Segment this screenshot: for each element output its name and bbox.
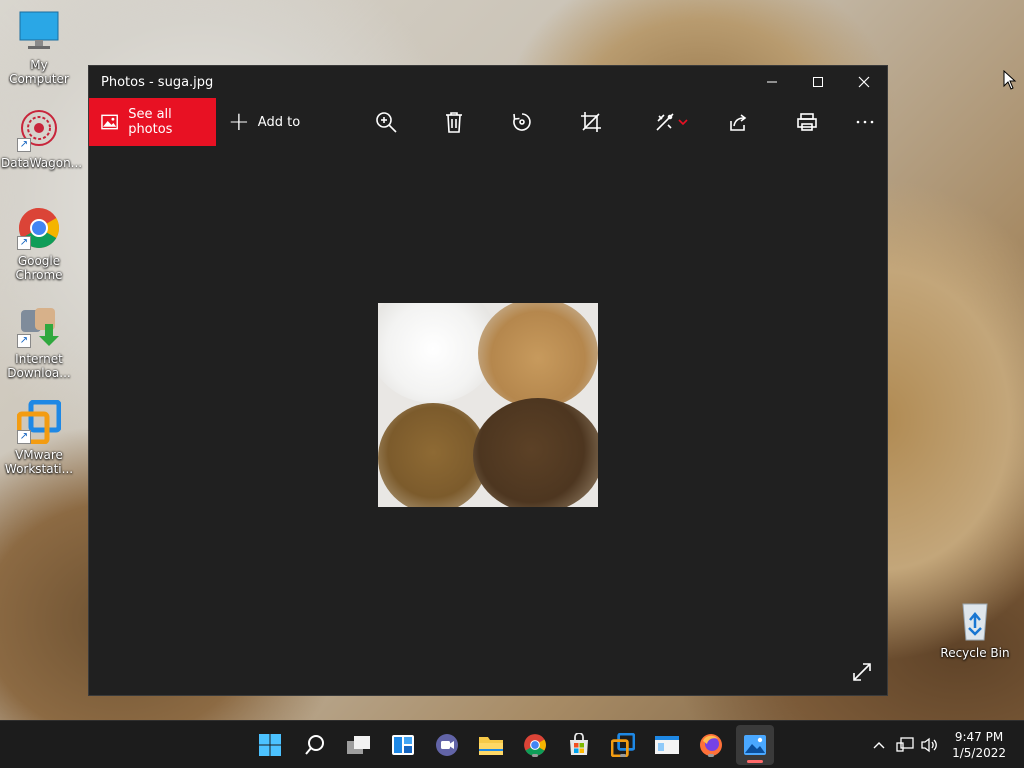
shortcut-arrow-icon: ↗ bbox=[17, 430, 31, 444]
picture-icon bbox=[101, 114, 118, 130]
volume-icon bbox=[921, 737, 937, 753]
share-icon bbox=[730, 114, 747, 131]
file-explorer-button[interactable] bbox=[477, 731, 505, 759]
delete-button[interactable] bbox=[442, 110, 466, 134]
photos-icon bbox=[744, 735, 766, 755]
photos-window: Photos - suga.jpg See all photos + Add t… bbox=[88, 65, 888, 696]
task-view-button[interactable] bbox=[345, 731, 373, 759]
trash-icon bbox=[446, 112, 462, 133]
see-all-photos-label: See all photos bbox=[128, 107, 173, 137]
store-icon bbox=[570, 733, 588, 755]
rotate-button[interactable] bbox=[510, 110, 534, 134]
photos-taskbar-button[interactable] bbox=[736, 725, 774, 765]
desktop-icon-label: Internet Downloa... bbox=[7, 352, 71, 380]
chrome-icon: ↗ bbox=[17, 206, 61, 250]
taskbar: 9:47 PM 1/5/2022 bbox=[0, 720, 1024, 768]
vmware-taskbar-button[interactable] bbox=[609, 731, 637, 759]
control-panel-button[interactable] bbox=[653, 731, 681, 759]
teams-chat-button[interactable] bbox=[433, 731, 461, 759]
volume-button[interactable] bbox=[918, 737, 940, 753]
window-title: Photos - suga.jpg bbox=[101, 74, 214, 90]
shortcut-arrow-icon: ↗ bbox=[17, 334, 31, 348]
desktop-icon-label: DataWagon... bbox=[1, 156, 83, 170]
crop-icon bbox=[581, 112, 601, 132]
maximize-button[interactable] bbox=[795, 66, 841, 98]
minimize-icon bbox=[767, 81, 777, 83]
add-to-label: Add to bbox=[257, 114, 301, 130]
chat-icon bbox=[436, 734, 458, 756]
expand-fullscreen-button[interactable] bbox=[851, 661, 873, 683]
search-icon bbox=[305, 735, 324, 755]
vmware-icon: ↗ bbox=[16, 399, 62, 445]
add-to-button[interactable]: + Add to bbox=[228, 107, 301, 137]
desktop-icon-internet-download-manager[interactable]: ↗ Internet Downloa... bbox=[1, 304, 77, 380]
mouse-cursor-icon bbox=[1003, 69, 1017, 94]
edit-and-create-button[interactable] bbox=[651, 110, 691, 134]
datawagon-icon: ↗ bbox=[17, 108, 61, 152]
running-indicator bbox=[620, 754, 626, 757]
minimize-button[interactable] bbox=[749, 66, 795, 98]
search-button[interactable] bbox=[301, 731, 329, 759]
running-indicator bbox=[532, 754, 538, 757]
desktop-icon-label: My Computer bbox=[9, 58, 69, 86]
clock[interactable]: 9:47 PM 1/5/2022 bbox=[952, 729, 1006, 761]
more-icon bbox=[856, 120, 874, 124]
widgets-icon bbox=[392, 735, 414, 755]
expand-icon bbox=[853, 663, 871, 681]
active-indicator bbox=[747, 760, 763, 763]
chrome-taskbar-button[interactable] bbox=[521, 731, 549, 759]
zoom-in-button[interactable] bbox=[374, 110, 398, 134]
title-bar[interactable]: Photos - suga.jpg bbox=[89, 66, 887, 98]
desktop-icon-vmware[interactable]: ↗ VMware Workstati... bbox=[1, 399, 77, 476]
photo-image bbox=[378, 303, 598, 507]
desktop-icon-label: Recycle Bin bbox=[940, 646, 1010, 660]
widgets-button[interactable] bbox=[389, 731, 417, 759]
print-button[interactable] bbox=[795, 110, 819, 134]
close-icon bbox=[858, 76, 870, 88]
network-button[interactable] bbox=[892, 737, 918, 753]
desktop-icon-google-chrome[interactable]: ↗ Google Chrome bbox=[1, 206, 77, 282]
idm-icon: ↗ bbox=[17, 304, 61, 348]
folder-icon bbox=[479, 737, 503, 755]
share-button[interactable] bbox=[726, 110, 750, 134]
edit-icon bbox=[656, 113, 674, 131]
see-all-photos-button[interactable]: See all photos bbox=[89, 98, 216, 146]
maximize-icon bbox=[813, 77, 823, 87]
plus-icon: + bbox=[228, 107, 250, 137]
system-tray bbox=[870, 721, 940, 768]
start-button[interactable] bbox=[256, 731, 284, 759]
printer-icon bbox=[797, 113, 817, 131]
chevron-up-icon bbox=[873, 742, 885, 749]
shortcut-arrow-icon: ↗ bbox=[17, 236, 31, 250]
monitor-icon bbox=[17, 10, 61, 54]
crop-button[interactable] bbox=[579, 110, 603, 134]
running-indicator bbox=[708, 754, 714, 757]
close-button[interactable] bbox=[841, 66, 887, 98]
desktop-icon-label: Google Chrome bbox=[15, 254, 63, 282]
window-app-icon bbox=[655, 736, 679, 754]
desktop-icon-recycle-bin[interactable]: Recycle Bin bbox=[937, 598, 1013, 660]
recycle-bin-icon bbox=[953, 598, 997, 642]
zoom-in-icon bbox=[376, 112, 397, 133]
chevron-down-icon bbox=[678, 119, 688, 126]
rotate-icon bbox=[513, 113, 531, 131]
desktop-icon-my-computer[interactable]: My Computer bbox=[1, 10, 77, 86]
photo-toolbar: See all photos + Add to bbox=[89, 98, 887, 146]
desktop-icon-datawagon[interactable]: ↗ DataWagon... bbox=[1, 108, 83, 170]
clock-date: 1/5/2022 bbox=[952, 746, 1006, 760]
more-options-button[interactable] bbox=[853, 110, 877, 134]
shortcut-arrow-icon: ↗ bbox=[17, 138, 31, 152]
firefox-button[interactable] bbox=[697, 731, 725, 759]
network-icon bbox=[896, 737, 914, 752]
windows-logo-icon bbox=[259, 734, 281, 756]
microsoft-store-button[interactable] bbox=[565, 731, 593, 759]
task-view-icon bbox=[347, 736, 370, 754]
show-hidden-icons-button[interactable] bbox=[870, 741, 888, 749]
desktop-icon-label: VMware Workstati... bbox=[4, 448, 74, 476]
clock-time: 9:47 PM bbox=[954, 730, 1004, 744]
